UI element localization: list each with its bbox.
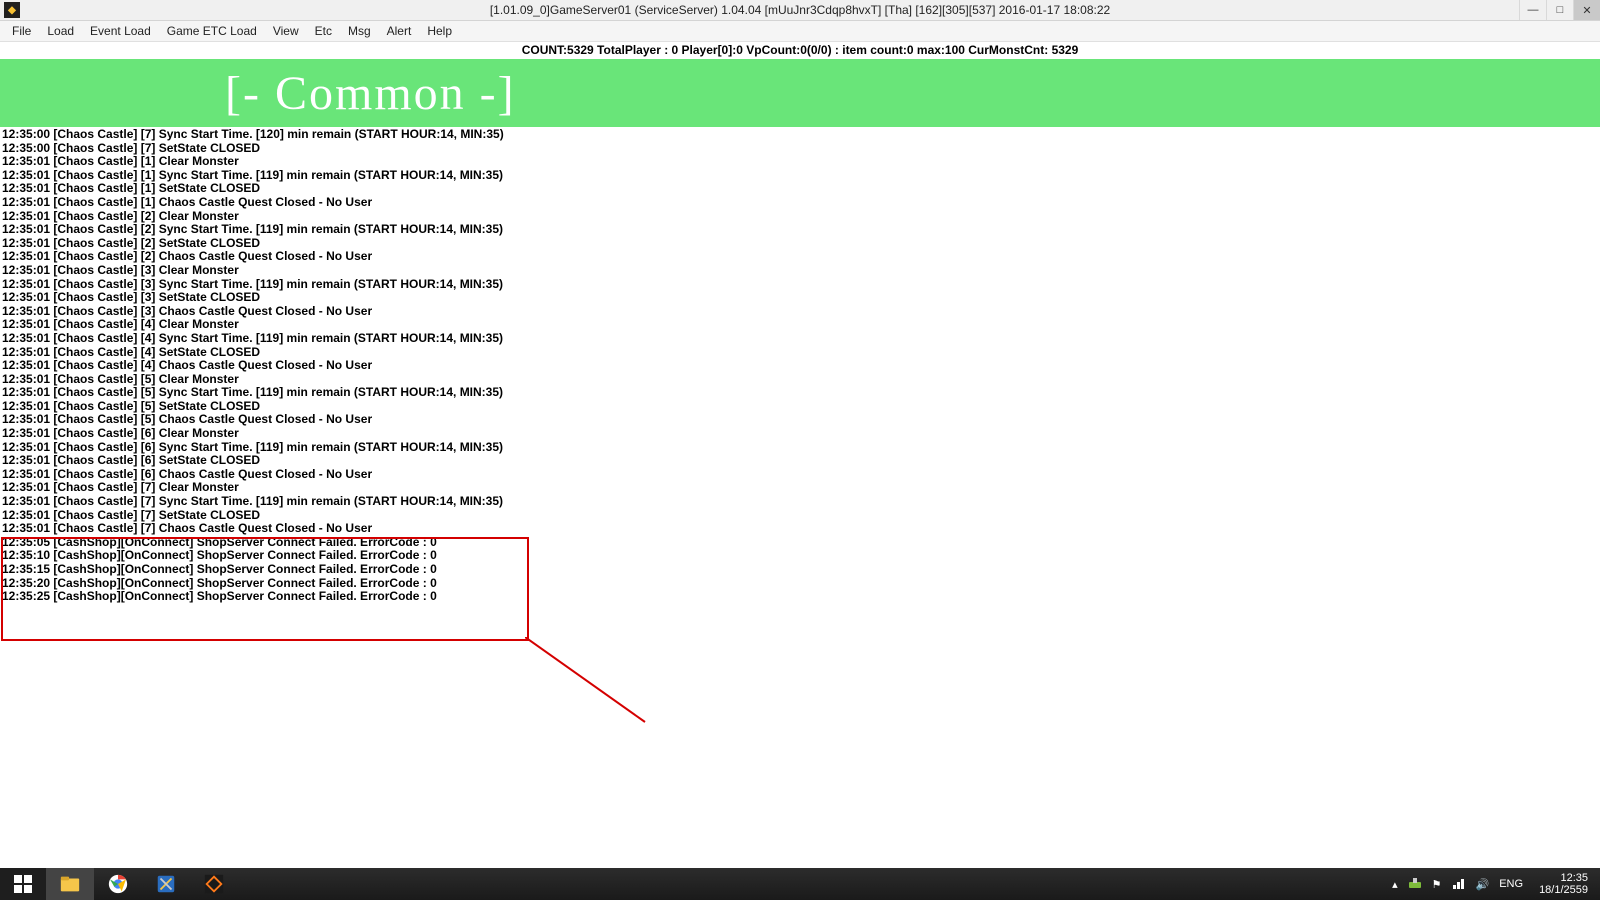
log-line: 12:35:01 [Chaos Castle] [5] Sync Start T… <box>2 386 1598 400</box>
arrow-annotation <box>525 637 685 757</box>
log-line: 12:35:01 [Chaos Castle] [1] Clear Monste… <box>2 155 1598 169</box>
menu-etc[interactable]: Etc <box>307 24 340 38</box>
log-line: 12:35:05 [CashShop][OnConnect] ShopServe… <box>2 536 1598 550</box>
windows-logo-icon <box>14 875 32 893</box>
log-line: 12:35:01 [Chaos Castle] [4] Clear Monste… <box>2 318 1598 332</box>
log-line: 12:35:01 [Chaos Castle] [4] SetState CLO… <box>2 346 1598 360</box>
log-line: 12:35:01 [Chaos Castle] [7] SetState CLO… <box>2 509 1598 523</box>
start-button[interactable] <box>0 868 46 900</box>
menu-bar: File Load Event Load Game ETC Load View … <box>0 21 1600 42</box>
log-line: 12:35:01 [Chaos Castle] [6] Chaos Castle… <box>2 468 1598 482</box>
tray-safe-remove-icon[interactable] <box>1408 876 1422 893</box>
tray-show-hidden-icon[interactable]: ▴ <box>1392 878 1398 891</box>
taskbar-app-tools[interactable] <box>142 868 190 900</box>
log-line: 12:35:01 [Chaos Castle] [4] Sync Start T… <box>2 332 1598 346</box>
log-line: 12:35:01 [Chaos Castle] [6] Sync Start T… <box>2 441 1598 455</box>
log-line: 12:35:01 [Chaos Castle] [3] Chaos Castle… <box>2 305 1598 319</box>
clock-date: 18/1/2559 <box>1539 884 1588 896</box>
tools-icon <box>155 873 177 895</box>
system-tray: ▴ ⚑ 🔊 ENG 12:35 18/1/2559 <box>1386 872 1600 896</box>
log-line: 12:35:01 [Chaos Castle] [6] SetState CLO… <box>2 454 1598 468</box>
log-line: 12:35:15 [CashShop][OnConnect] ShopServe… <box>2 563 1598 577</box>
log-line: 12:35:10 [CashShop][OnConnect] ShopServe… <box>2 549 1598 563</box>
clock-time: 12:35 <box>1539 872 1588 884</box>
taskbar: ▴ ⚑ 🔊 ENG 12:35 18/1/2559 <box>0 868 1600 900</box>
log-line: 12:35:01 [Chaos Castle] [4] Chaos Castle… <box>2 359 1598 373</box>
menu-help[interactable]: Help <box>419 24 460 38</box>
log-line: 12:35:01 [Chaos Castle] [7] Chaos Castle… <box>2 522 1598 536</box>
tray-language[interactable]: ENG <box>1499 878 1523 890</box>
log-line: 12:35:01 [Chaos Castle] [1] SetState CLO… <box>2 182 1598 196</box>
folder-icon <box>59 873 81 895</box>
menu-event-load[interactable]: Event Load <box>82 24 159 38</box>
log-line: 12:35:01 [Chaos Castle] [6] Clear Monste… <box>2 427 1598 441</box>
log-line: 12:35:01 [Chaos Castle] [2] Chaos Castle… <box>2 250 1598 264</box>
log-line: 12:35:20 [CashShop][OnConnect] ShopServe… <box>2 577 1598 591</box>
log-line: 12:35:01 [Chaos Castle] [5] Clear Monste… <box>2 373 1598 387</box>
window-titlebar: ◆ [1.01.09_0]GameServer01 (ServiceServer… <box>0 0 1600 21</box>
chrome-icon <box>107 873 129 895</box>
log-line: 12:35:01 [Chaos Castle] [5] SetState CLO… <box>2 400 1598 414</box>
menu-file[interactable]: File <box>4 24 39 38</box>
log-line: 12:35:01 [Chaos Castle] [2] Sync Start T… <box>2 223 1598 237</box>
log-line: 12:35:01 [Chaos Castle] [2] Clear Monste… <box>2 210 1598 224</box>
taskbar-clock[interactable]: 12:35 18/1/2559 <box>1533 872 1594 896</box>
minimize-button[interactable]: — <box>1519 0 1546 20</box>
tray-network-icon[interactable] <box>1452 876 1466 893</box>
log-line: 12:35:01 [Chaos Castle] [2] SetState CLO… <box>2 237 1598 251</box>
menu-game-etc-load[interactable]: Game ETC Load <box>159 24 265 38</box>
menu-view[interactable]: View <box>265 24 307 38</box>
log-line: 12:35:01 [Chaos Castle] [3] SetState CLO… <box>2 291 1598 305</box>
log-line: 12:35:01 [Chaos Castle] [3] Clear Monste… <box>2 264 1598 278</box>
menu-load[interactable]: Load <box>39 24 82 38</box>
menu-alert[interactable]: Alert <box>379 24 420 38</box>
log-line: 12:35:00 [Chaos Castle] [7] SetState CLO… <box>2 142 1598 156</box>
window-title: [1.01.09_0]GameServer01 (ServiceServer) … <box>0 3 1600 17</box>
log-area[interactable]: 12:35:00 [Chaos Castle] [7] Sync Start T… <box>0 127 1600 604</box>
log-line: 12:35:01 [Chaos Castle] [7] Sync Start T… <box>2 495 1598 509</box>
log-line: 12:35:01 [Chaos Castle] [1] Sync Start T… <box>2 169 1598 183</box>
taskbar-app-explorer[interactable] <box>46 868 94 900</box>
maximize-button[interactable]: □ <box>1546 0 1573 20</box>
log-line: 12:35:01 [Chaos Castle] [3] Sync Start T… <box>2 278 1598 292</box>
close-button[interactable]: ✕ <box>1573 0 1600 20</box>
log-line: 12:35:01 [Chaos Castle] [1] Chaos Castle… <box>2 196 1598 210</box>
log-banner: [- Common -] <box>0 59 1600 127</box>
taskbar-app-chrome[interactable] <box>94 868 142 900</box>
menu-msg[interactable]: Msg <box>340 24 379 38</box>
server-status-line: COUNT:5329 TotalPlayer : 0 Player[0]:0 V… <box>0 42 1600 59</box>
gameserver-icon <box>203 873 225 895</box>
banner-text: [- Common -] <box>225 66 516 121</box>
log-line: 12:35:01 [Chaos Castle] [5] Chaos Castle… <box>2 413 1598 427</box>
log-line: 12:35:01 [Chaos Castle] [7] Clear Monste… <box>2 481 1598 495</box>
tray-volume-icon[interactable]: 🔊 <box>1476 878 1490 891</box>
window-controls: — □ ✕ <box>1519 0 1600 20</box>
log-line: 12:35:25 [CashShop][OnConnect] ShopServe… <box>2 590 1598 604</box>
log-line: 12:35:00 [Chaos Castle] [7] Sync Start T… <box>2 128 1598 142</box>
tray-flag-icon[interactable]: ⚑ <box>1432 878 1442 891</box>
taskbar-app-gameserver[interactable] <box>190 868 238 900</box>
